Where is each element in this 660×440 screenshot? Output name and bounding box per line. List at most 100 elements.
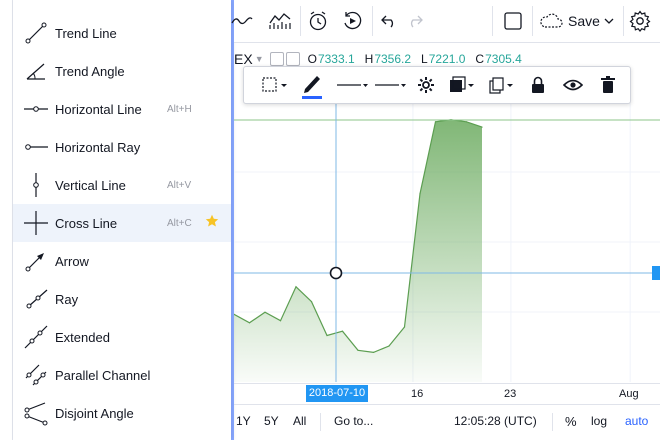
low-value: 7221.0 — [428, 52, 466, 66]
menu-item-label: Horizontal Line — [55, 101, 142, 117]
time-axis[interactable]: 2018-07-10 16 23 Aug — [234, 383, 660, 404]
legend-settings-icon[interactable] — [285, 52, 300, 66]
alert-icon[interactable] — [304, 7, 332, 35]
undo-icon[interactable] — [375, 7, 403, 35]
cloud-icon[interactable] — [536, 7, 566, 35]
redo-icon — [401, 7, 429, 35]
data-point — [403, 326, 406, 328]
gear-icon[interactable] — [412, 71, 440, 99]
menu-item-label: Disjoint Angle — [55, 405, 134, 421]
symbol-suffix[interactable]: EX — [234, 51, 253, 67]
menu-item-arrow[interactable]: Arrow — [13, 242, 231, 280]
auto-toggle[interactable]: auto — [625, 414, 648, 428]
vertical-line-icon — [23, 172, 49, 198]
menu-item-extended[interactable]: Extended — [13, 318, 231, 356]
close-label: C — [475, 52, 485, 66]
data-point — [248, 322, 251, 324]
data-point — [434, 121, 437, 123]
trash-icon[interactable] — [594, 71, 622, 99]
high-label: H — [364, 52, 374, 66]
indicators-icon[interactable] — [266, 7, 294, 35]
close-value: 7305.4 — [485, 52, 522, 66]
data-point — [326, 334, 328, 337]
menu-item-label: Vertical Line — [55, 177, 126, 193]
data-point — [388, 345, 390, 347]
save-button[interactable]: Save — [568, 13, 600, 29]
menu-item-trend-angle[interactable]: Trend Angle — [13, 52, 231, 90]
data-point — [264, 311, 266, 313]
menu-item-cross-line[interactable]: Cross Line Alt+C — [13, 204, 231, 242]
select-area-icon[interactable] — [258, 71, 292, 99]
time-tick: 23 — [504, 388, 517, 400]
settings-icon[interactable] — [626, 7, 654, 35]
bottom-bar: 1Y 5Y All Go to... 12:05:28 (UTC) % log … — [234, 404, 660, 439]
menu-item-horizontal-line[interactable]: Horizontal Line Alt+H — [13, 90, 231, 128]
data-point — [419, 193, 421, 195]
data-point — [481, 126, 483, 128]
favorite-star-icon[interactable] — [205, 214, 219, 228]
legend-eye-icon[interactable] — [269, 52, 284, 66]
time-tick: Aug — [619, 388, 639, 400]
menu-item-vertical-line[interactable]: Vertical Line Alt+V — [13, 166, 231, 204]
chart-type-icon[interactable] — [228, 7, 256, 35]
eye-icon[interactable] — [559, 71, 587, 99]
percent-toggle[interactable]: % — [565, 414, 577, 429]
crosshair-price-label — [652, 266, 660, 280]
fullscreen-icon[interactable] — [499, 7, 527, 35]
data-point — [372, 351, 375, 353]
disjoint-angle-icon — [23, 400, 49, 426]
clone-icon[interactable] — [484, 71, 518, 99]
drawing-toolbar — [243, 66, 631, 104]
parallel-channel-icon — [23, 362, 49, 388]
left-toolbar-edge — [0, 0, 13, 440]
menu-item-trend-line[interactable]: Trend Line — [13, 14, 231, 52]
data-point — [310, 301, 313, 303]
horizontal-line-icon — [23, 96, 49, 122]
trend-angle-icon — [23, 58, 49, 84]
menu-item-disjoint-angle[interactable]: Disjoint Angle — [13, 394, 231, 432]
pencil-icon[interactable] — [296, 71, 328, 99]
line-style-icon[interactable] — [334, 71, 370, 99]
high-value: 7356.2 — [374, 52, 412, 66]
log-toggle[interactable]: log — [591, 414, 607, 428]
line-width-icon[interactable] — [372, 71, 408, 99]
menu-item-label: Ray — [55, 291, 79, 307]
menu-item-horizontal-ray[interactable]: Horizontal Ray — [13, 128, 231, 166]
data-point — [357, 349, 359, 351]
menu-item-label: Extended — [55, 329, 110, 345]
menu-item-hotkey: Alt+H — [167, 103, 192, 115]
menu-item-label: Trend Angle — [55, 63, 125, 79]
menu-item-label: Horizontal Ray — [55, 139, 141, 155]
drawing-tools-menu: Trend Line Trend Angle Horizontal Line Alt+… — [13, 0, 231, 440]
menu-item-label: Arrow — [55, 253, 89, 269]
utc-clock[interactable]: 12:05:28 (UTC) — [454, 414, 537, 428]
menu-item-label: Cross Line — [55, 215, 118, 231]
range-all-button[interactable]: All — [293, 414, 306, 428]
menu-item-label: Parallel Channel — [55, 367, 151, 383]
range-1y-button[interactable]: 1Y — [236, 414, 251, 428]
data-point — [295, 286, 297, 288]
arrow-icon — [23, 248, 49, 274]
low-label: L — [421, 52, 428, 66]
template-icon[interactable] — [444, 71, 478, 99]
open-label: O — [307, 52, 317, 66]
goto-button[interactable]: Go to... — [334, 414, 373, 428]
crosshair-date-label: 2018-07-10 — [306, 385, 368, 402]
ray-icon — [23, 286, 49, 312]
trend-line-icon — [23, 20, 49, 46]
menu-item-hotkey: Alt+C — [167, 217, 192, 229]
price-area-fill — [234, 119, 482, 382]
price-chart[interactable] — [234, 102, 660, 382]
extended-line-icon — [23, 324, 49, 350]
lock-icon[interactable] — [524, 71, 552, 99]
menu-item-hotkey: Alt+V — [167, 179, 192, 191]
top-toolbar: Save — [231, 0, 660, 43]
horizontal-ray-icon — [23, 134, 49, 160]
menu-item-parallel-channel[interactable]: Parallel Channel — [13, 356, 231, 394]
chevron-down-icon[interactable] — [601, 7, 617, 35]
menu-item-ray[interactable]: Ray — [13, 280, 231, 318]
range-5y-button[interactable]: 5Y — [264, 414, 279, 428]
crosshair-handle[interactable] — [329, 266, 343, 280]
symbol-chevron-icon[interactable]: ▼ — [255, 54, 264, 64]
replay-icon[interactable] — [338, 7, 366, 35]
